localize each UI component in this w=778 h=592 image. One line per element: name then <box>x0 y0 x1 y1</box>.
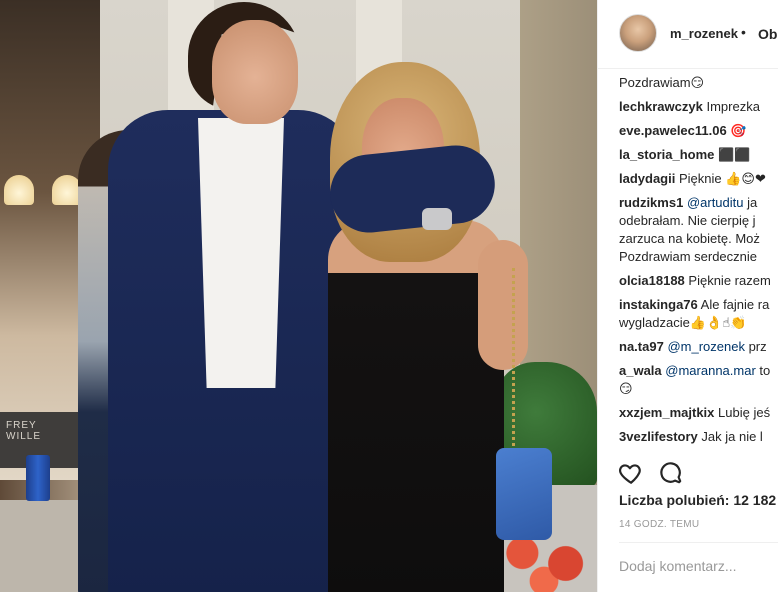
comment-text: Pięknie razem <box>688 273 771 288</box>
post-photo[interactable]: FREY WILLE <box>0 0 597 592</box>
comment-username[interactable]: a_wala <box>619 363 662 378</box>
comment-text: Jak ja nie l <box>701 429 763 444</box>
comment-mention[interactable]: @m_rozenek <box>667 339 745 354</box>
comment: olcia18188 Pięknie razem <box>619 272 778 290</box>
comment-list: Pozdrawiam😏 lechkrawczyk Imprezka eve.pa… <box>619 74 778 452</box>
heart-icon[interactable] <box>618 460 644 486</box>
comment-text: Pozdrawiam😏 <box>619 75 705 90</box>
comment: na.ta97 @m_rozenek prz <box>619 338 778 356</box>
separator-dot: • <box>741 24 746 40</box>
comment-username[interactable]: 3vezlifestory <box>619 429 698 444</box>
bag-chain-strap <box>470 268 515 458</box>
comment: 3vezlifestory Jak ja nie l <box>619 428 778 446</box>
comment-text: odebrałam. Nie cierpię j <box>619 213 756 228</box>
avatar[interactable] <box>619 14 657 52</box>
comment-username[interactable]: na.ta97 <box>619 339 664 354</box>
man-shirt <box>198 118 284 388</box>
comment: xxzjem_majtkix Lubię jeś <box>619 404 778 422</box>
author-username[interactable]: m_rozenek <box>670 26 738 41</box>
comment-text: 😏 <box>619 381 633 396</box>
comment-text: 🎯 <box>730 123 747 138</box>
drink-can <box>26 455 50 501</box>
comment: ladydagii Pięknie 👍😊❤ <box>619 170 778 188</box>
comment-bubble-icon[interactable] <box>658 460 684 486</box>
likes-count[interactable]: Liczba polubień: 12 182 <box>619 492 776 508</box>
lamp <box>4 175 34 205</box>
comment: lechkrawczyk Imprezka <box>619 98 778 116</box>
comment-username[interactable]: eve.pawelec11.06 <box>619 123 727 138</box>
comment-text: ⬛⬛ <box>718 147 751 162</box>
comment-text: Pięknie 👍😊❤ <box>678 171 766 186</box>
comment-text: Ale fajnie ra <box>700 297 770 312</box>
comment: eve.pawelec11.06 🎯 <box>619 122 778 140</box>
comment: la_storia_home ⬛⬛ <box>619 146 778 164</box>
divider <box>619 542 778 543</box>
man-face <box>212 20 298 124</box>
add-comment-input[interactable]: Dodaj komentarz... <box>619 558 737 574</box>
comment-username[interactable]: la_storia_home <box>619 147 714 162</box>
comment-username[interactable]: xxzjem_majtkix <box>619 405 714 420</box>
comment-mention[interactable]: @artuditu <box>687 195 744 210</box>
comment: rudzikms1 @artuditu ja odebrałam. Nie ci… <box>619 194 778 266</box>
blue-handbag <box>496 448 552 540</box>
comment: a_wala @maranna.mar to 😏 <box>619 362 778 398</box>
comment: instakinga76 Ale fajnie ra wygladzacie👍👌… <box>619 296 778 332</box>
follow-button[interactable]: Ob <box>758 26 777 42</box>
comment-username[interactable]: ladydagii <box>619 171 675 186</box>
comment-text: zarzuca na kobietę. Moż <box>619 231 760 246</box>
comment-text: Lubię jeś <box>718 405 771 420</box>
comment-text: wygladzacie👍👌☝👏 <box>619 315 747 330</box>
comment-username[interactable]: rudzikms1 <box>619 195 683 210</box>
comment-text: to <box>759 363 771 378</box>
comment-username[interactable]: olcia18188 <box>619 273 685 288</box>
post-timestamp: 14 GODZ. TEMU <box>619 519 700 530</box>
comment-text: prz <box>748 339 767 354</box>
comment-text: Pozdrawiam serdecznie <box>619 249 758 264</box>
comment-username[interactable]: lechkrawczyk <box>619 99 703 114</box>
comment: Pozdrawiam😏 <box>619 74 778 92</box>
comment-text: ja <box>747 195 758 210</box>
post-sidebar: m_rozenek • Ob Pozdrawiam😏 lechkrawczyk … <box>597 0 778 592</box>
comment-username[interactable]: instakinga76 <box>619 297 698 312</box>
post-header: m_rozenek • Ob <box>598 0 778 69</box>
comment-mention[interactable]: @maranna.mar <box>665 363 756 378</box>
comment-text: Imprezka <box>706 99 760 114</box>
wristwatch <box>422 208 452 230</box>
